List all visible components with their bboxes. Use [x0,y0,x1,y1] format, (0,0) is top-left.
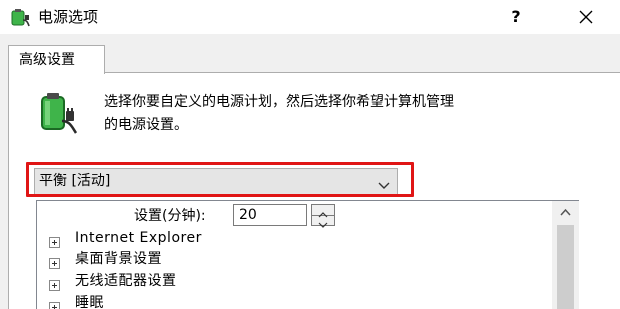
description-line-2: 的电源设置。 [104,117,188,133]
plan-description: 选择你要自定义的电源计划，然后选择你希望计算机管理 的电源设置。 [104,91,604,137]
power-plan-dropdown[interactable]: 平衡 [活动] [34,168,398,195]
tree-item-label: 睡眠 [75,295,104,309]
tree-item-label: Internet Explorer [75,230,202,246]
tab-advanced-settings[interactable]: 高级设置 [8,45,105,74]
tree-item-label: 无线适配器设置 [75,273,177,289]
tree-item-internet-explorer[interactable]: Internet Explorer [49,227,529,249]
power-plan-selected: 平衡 [活动] [39,173,111,189]
window-title: 电源选项 [38,8,99,26]
close-button[interactable] [568,3,604,31]
minutes-spinner[interactable] [311,204,335,228]
expand-icon[interactable] [49,298,60,309]
power-options-icon [9,6,31,28]
expand-icon[interactable] [49,276,60,291]
battery-plan-icon [36,91,80,137]
tree-item-sleep[interactable]: 睡眠 [49,292,529,309]
minutes-value: 20 [239,207,257,223]
help-button[interactable]: ? [500,4,532,30]
tree-item-wireless-adapter[interactable]: 无线适配器设置 [49,270,529,292]
scroll-up-button[interactable] [552,201,579,225]
chevron-down-icon [377,176,391,189]
minutes-input[interactable]: 20 [233,204,307,226]
setting-row: 设置(分钟): 20 [37,203,552,228]
description-line-1: 选择你要自定义的电源计划，然后选择你希望计算机管理 [104,94,454,110]
expand-icon[interactable] [49,254,60,269]
tree-item-desktop-background[interactable]: 桌面背景设置 [49,248,529,270]
tree-item-label: 桌面背景设置 [75,251,162,267]
title-bar: 电源选项 ? [0,0,620,34]
chevron-up-icon [560,208,571,216]
settings-tree[interactable]: 设置(分钟): 20 Internet Explorer 桌面背景设置 无线适配… [36,200,579,309]
setting-minutes-label: 设置(分钟): [134,208,206,224]
close-icon [579,10,593,24]
expand-icon[interactable] [49,233,60,248]
vertical-scrollbar[interactable] [552,201,579,309]
scroll-thumb[interactable] [557,225,574,309]
tab-label: 高级设置 [19,52,75,68]
power-options-window: 电源选项 ? 高级设置 选择你要自定义的电源计划，然后选择你希望计算机管理 的电… [0,0,620,309]
spin-down-button[interactable] [312,215,334,228]
